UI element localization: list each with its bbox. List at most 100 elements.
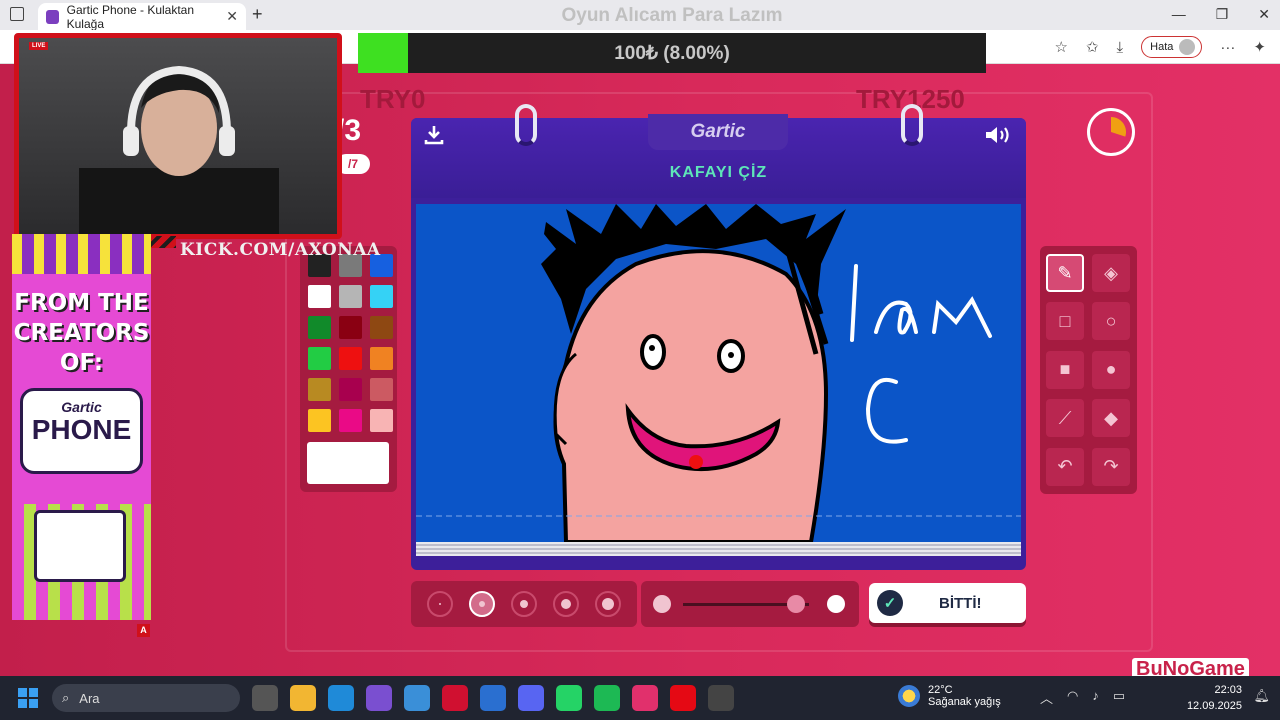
color-swatch[interactable] [339, 409, 362, 432]
task-view-icon[interactable] [252, 685, 278, 711]
copilot-icon[interactable]: ✦ [1253, 38, 1266, 56]
more-menu-icon[interactable]: ··· [1220, 39, 1235, 56]
app-icon[interactable] [366, 685, 392, 711]
color-swatch[interactable] [370, 285, 393, 308]
search-icon: ⌕ [62, 690, 70, 705]
brush-size-button[interactable] [427, 591, 453, 617]
color-swatch[interactable] [370, 409, 393, 432]
eraser-tool-icon[interactable]: ◈ [1092, 254, 1130, 292]
rectangle-outline-tool-icon[interactable]: □ [1046, 302, 1084, 341]
fill-bucket-tool-icon[interactable]: ◆ [1092, 399, 1130, 438]
profile-button[interactable]: Hata [1141, 36, 1203, 58]
app-icon[interactable] [480, 685, 506, 711]
volume-icon[interactable]: ♪ [1092, 688, 1099, 707]
opacity-handle[interactable] [787, 595, 806, 613]
promo-stripes [12, 234, 151, 274]
bookmark-star-icon[interactable]: ☆ [1055, 38, 1068, 56]
search-placeholder: Ara [79, 690, 100, 706]
color-swatch[interactable] [308, 316, 331, 339]
pinned-apps [252, 685, 734, 711]
brush-size-button[interactable] [595, 591, 621, 617]
profile-status: Hata [1150, 41, 1174, 53]
weather-widget[interactable]: 22°C Sağanak yağış [898, 684, 1001, 708]
promo-text: FROM THE CREATORS OF: [12, 288, 151, 378]
promo-banner: FROM THE CREATORS OF: Gartic PHONE [12, 234, 151, 620]
obs-icon[interactable] [708, 685, 734, 711]
taskbar-search[interactable]: ⌕ Ara [52, 684, 240, 712]
paper-stack [416, 542, 1021, 556]
color-swatch[interactable] [339, 316, 362, 339]
webcam-overlay: LIVE [14, 33, 342, 239]
favorites-icon[interactable]: ✩ [1086, 38, 1099, 56]
netflix-icon[interactable] [670, 685, 696, 711]
opera-icon[interactable] [442, 685, 468, 711]
promo-line: FROM THE [14, 290, 149, 316]
app-icon[interactable] [404, 685, 430, 711]
gartic-phone-logo: Gartic PHONE [20, 388, 143, 474]
color-swatch[interactable] [339, 285, 362, 308]
promo-logo-top: Gartic [61, 399, 102, 415]
color-swatch[interactable] [339, 347, 362, 370]
binder-ring-icon [515, 104, 537, 146]
spotify-icon[interactable] [594, 685, 620, 711]
done-button[interactable]: ✓ BİTTİ! [869, 583, 1026, 623]
brush-dot-icon [439, 603, 441, 605]
redo-tool-icon[interactable]: ↷ [1092, 447, 1130, 486]
discord-icon[interactable] [518, 685, 544, 711]
windows-taskbar: ⌕ Ara 22°C Sağanak yağış ︿ ◠ ♪ ▭ 22:03 1… [0, 676, 1280, 720]
clock[interactable]: 22:03 12.09.2025 [1187, 682, 1242, 714]
wifi-icon[interactable]: ◠ [1067, 688, 1078, 707]
color-swatch[interactable] [308, 409, 331, 432]
instagram-icon[interactable] [632, 685, 658, 711]
prompt-title: KAFAYI ÇİZ [669, 164, 768, 181]
line-tool-icon[interactable]: ⟋ [1046, 399, 1084, 438]
whatsapp-icon[interactable] [556, 685, 582, 711]
color-swatch[interactable] [308, 378, 331, 401]
live-badge: LIVE [29, 42, 49, 50]
brush-size-button[interactable] [469, 591, 495, 617]
opacity-slider[interactable] [641, 581, 859, 627]
brush-dot-icon [561, 599, 571, 609]
brush-size-button[interactable] [511, 591, 537, 617]
goal-progress-text: 100₺ (8.00%) [614, 43, 730, 64]
color-swatch[interactable] [370, 378, 393, 401]
brush-dot-icon [520, 600, 528, 608]
drawing-tools: ✎ ◈ □ ○ ■ ● ⟋ ◆ ↶ ↷ [1040, 246, 1137, 494]
toolbar-icons: ☆ ✩ ⤓ Hata ··· ✦ [1055, 36, 1266, 58]
goal-start-label: TRY0 [360, 84, 426, 114]
brush-size-button[interactable] [553, 591, 579, 617]
color-swatch[interactable] [370, 347, 393, 370]
color-swatch[interactable] [339, 378, 362, 401]
battery-icon[interactable]: ▭ [1113, 688, 1125, 707]
drawing-canvas[interactable] [416, 204, 1021, 542]
promo-logo-bottom: PHONE [31, 414, 132, 445]
undo-tool-icon[interactable]: ↶ [1046, 447, 1084, 486]
chevron-up-icon[interactable]: ︿ [1040, 688, 1053, 707]
promo-line: CREATORS [13, 320, 150, 346]
windows-start-icon[interactable] [18, 688, 38, 708]
timer-pie-icon [1111, 117, 1126, 137]
channel-label: KICK.COM/AXONAA [180, 240, 381, 260]
date: 12.09.2025 [1186, 700, 1242, 712]
edge-icon[interactable] [328, 685, 354, 711]
corner-badge: A [137, 624, 150, 637]
color-swatch[interactable] [308, 285, 331, 308]
pencil-tool-icon[interactable]: ✎ [1046, 254, 1084, 292]
checkmark-icon: ✓ [877, 590, 903, 616]
notification-bell-icon[interactable]: 🔔︎ [1253, 688, 1270, 704]
color-swatch[interactable] [370, 316, 393, 339]
sound-toggle-icon[interactable] [984, 124, 1014, 151]
rectangle-fill-tool-icon[interactable]: ■ [1046, 350, 1084, 389]
ellipse-fill-tool-icon[interactable]: ● [1092, 350, 1130, 389]
download-icon[interactable]: ⤓ [1117, 39, 1124, 56]
drawing-board: Gartic KAFAYI ÇİZ [411, 104, 1026, 570]
weather-icon [898, 685, 920, 707]
color-swatch[interactable] [308, 347, 331, 370]
time: 22:03 [1214, 684, 1242, 696]
ellipse-outline-tool-icon[interactable]: ○ [1092, 302, 1130, 341]
round-timer [1087, 108, 1135, 156]
avatar [1179, 39, 1196, 55]
download-drawing-icon[interactable] [423, 124, 445, 151]
weather-desc: Sağanak yağış [928, 696, 1001, 708]
file-explorer-icon[interactable] [290, 685, 316, 711]
